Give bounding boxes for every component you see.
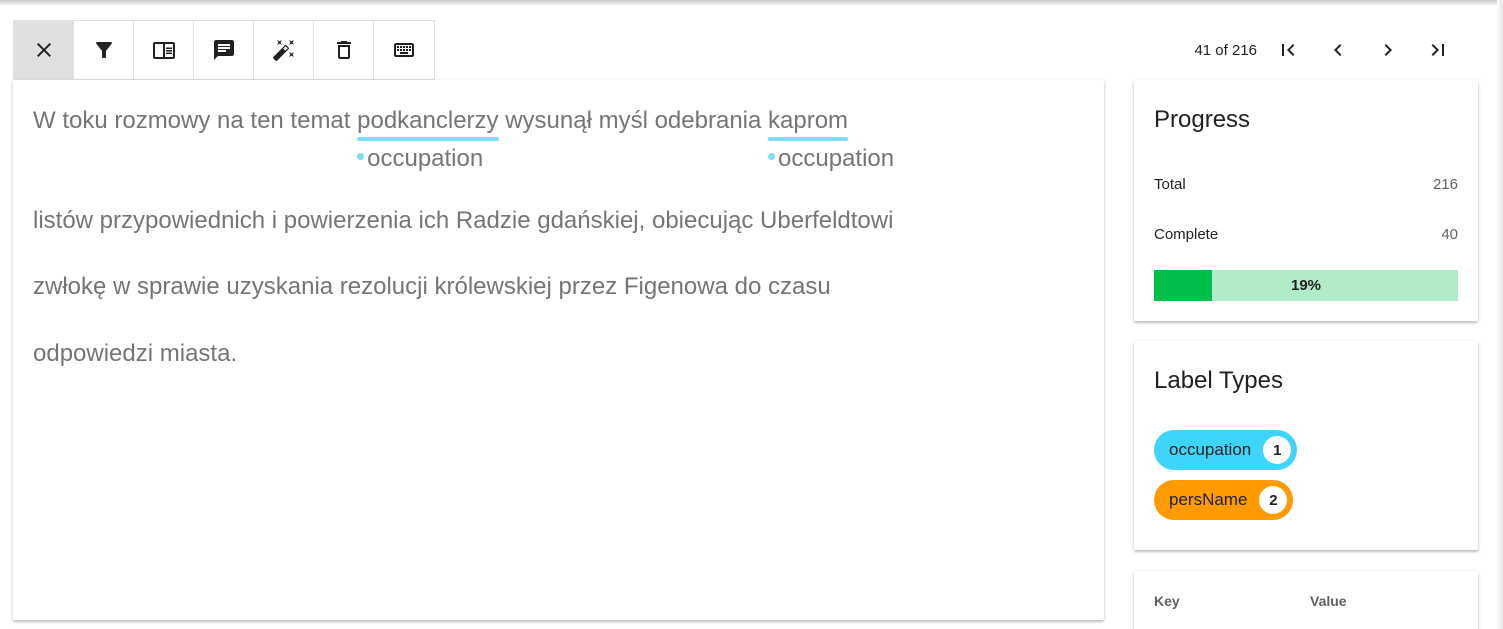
next-page-button[interactable] xyxy=(1363,26,1413,74)
annotation-toolbar xyxy=(13,20,435,80)
previous-page-button[interactable] xyxy=(1313,26,1363,74)
entity-label-text: occupation xyxy=(778,145,895,172)
filter-icon xyxy=(95,42,112,58)
text-segment[interactable]: W toku rozmowy na ten temat xyxy=(33,107,357,134)
comment-button[interactable] xyxy=(194,21,254,79)
label-chip-occupation[interactable]: occupation 1 xyxy=(1154,430,1298,470)
document-line-1[interactable]: W toku rozmowy na ten temat podkanclerzy… xyxy=(33,107,894,172)
filter-button[interactable] xyxy=(74,21,134,79)
metadata-card: Key Value xyxy=(1134,571,1478,629)
label-chip-persname[interactable]: persName 2 xyxy=(1154,480,1294,520)
label-chip-count: 1 xyxy=(1263,436,1292,464)
text-segment[interactable]: wysunął myśl odebrania xyxy=(499,107,768,134)
scrollbar-track[interactable] xyxy=(1497,0,1503,629)
total-label: Total xyxy=(1154,176,1186,193)
close-icon xyxy=(36,43,51,57)
magic-wand-icon xyxy=(272,40,294,62)
document-panel: W toku rozmowy na ten temat podkanclerzy… xyxy=(13,80,1104,620)
chevron-right-icon xyxy=(1384,44,1392,56)
entity-label[interactable]: occupation xyxy=(357,145,483,173)
metadata-value-header: Value xyxy=(1310,593,1347,609)
entity-text[interactable]: kaprom xyxy=(768,107,848,134)
complete-label: Complete xyxy=(1154,226,1219,243)
label-chip-count: 2 xyxy=(1259,486,1288,514)
entity-label-text: occupation xyxy=(367,145,484,172)
first-page-icon xyxy=(1282,44,1295,56)
last-page-icon xyxy=(1431,44,1444,56)
document-line-4[interactable]: odpowiedzi miasta. xyxy=(33,340,237,368)
metadata-key-header: Key xyxy=(1154,593,1180,609)
layout-icon xyxy=(152,42,175,59)
keyboard-icon xyxy=(394,43,414,57)
app-bar-shadow xyxy=(0,0,1503,6)
delete-icon xyxy=(336,41,351,59)
entity-text[interactable]: podkanclerzy xyxy=(357,107,498,134)
page-counter: 41 of 216 xyxy=(1194,41,1257,59)
document-line-3[interactable]: zwłokę w sprawie uzyskania rezolucji kró… xyxy=(33,273,831,301)
label-chip-text: persName xyxy=(1169,490,1248,509)
delete-button[interactable] xyxy=(314,21,374,79)
layout-button[interactable] xyxy=(134,21,194,79)
label-types-title: Label Types xyxy=(1154,367,1283,394)
last-page-button[interactable] xyxy=(1413,26,1463,74)
progress-percent: 19% xyxy=(1290,277,1322,294)
entity-underline xyxy=(357,137,499,141)
label-types-card: Label Types occupation 1 persName 2 xyxy=(1134,341,1478,550)
comment-icon xyxy=(213,40,234,60)
entity-span[interactable]: podkanclerzy occupation xyxy=(357,107,499,172)
first-page-button[interactable] xyxy=(1263,26,1313,74)
total-value: 216 xyxy=(1432,176,1458,193)
complete-row: Complete 40 xyxy=(1154,226,1458,243)
document-line-2[interactable]: listów przypowiednich i powierzenia ich … xyxy=(33,207,893,235)
entity-underline xyxy=(768,137,849,141)
progress-title: Progress xyxy=(1154,106,1251,133)
pagination: 41 of 216 xyxy=(1194,26,1463,74)
total-row: Total 216 xyxy=(1154,176,1458,193)
progress-bar: 19% xyxy=(1154,270,1458,301)
entity-label[interactable]: occupation xyxy=(768,145,894,173)
complete-value: 40 xyxy=(1441,226,1458,243)
auto-labeling-button[interactable] xyxy=(254,21,314,79)
close-button[interactable] xyxy=(14,21,74,79)
chevron-left-icon xyxy=(1334,44,1342,56)
label-dot-icon xyxy=(357,153,365,160)
label-dot-icon xyxy=(768,153,776,160)
progress-card: Progress Total 216 Complete 40 19% xyxy=(1134,80,1478,321)
entity-span[interactable]: kaprom occupation xyxy=(768,107,894,172)
keyboard-shortcuts-button[interactable] xyxy=(374,21,434,79)
label-chip-text: occupation xyxy=(1169,440,1252,459)
